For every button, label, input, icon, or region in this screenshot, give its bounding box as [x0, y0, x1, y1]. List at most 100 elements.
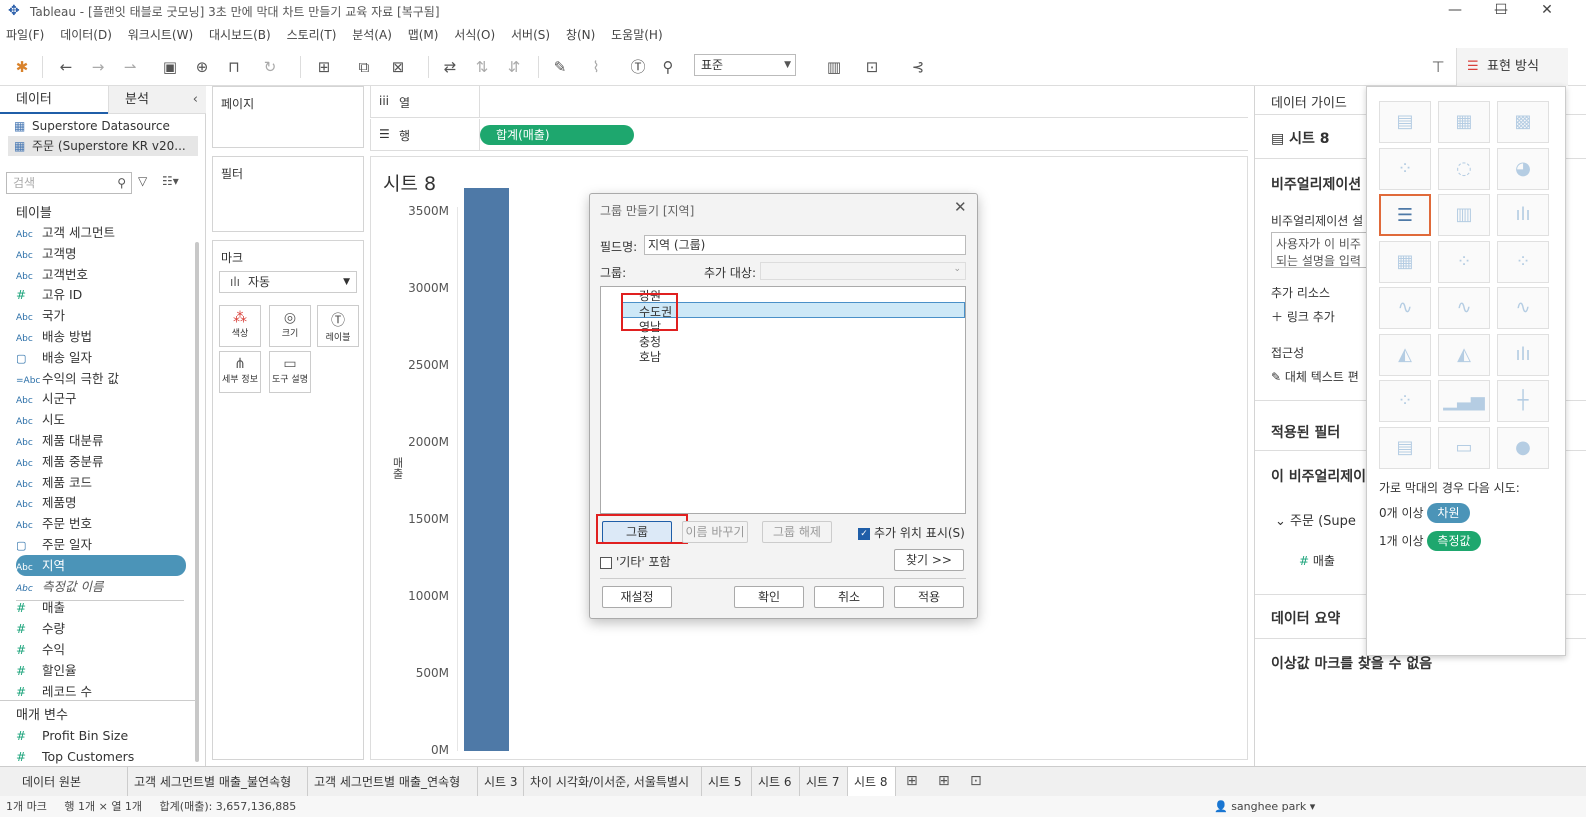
search-input[interactable]: 검색 ⚲ [6, 172, 132, 194]
y-axis-title[interactable]: 매출 [389, 457, 405, 479]
sheet-tab[interactable]: 차이 시각화/이서준, 서울특별시 [524, 767, 702, 797]
menu-help[interactable]: 도움말(H) [611, 24, 663, 46]
description-textarea[interactable]: 사용자가 이 비주 되는 설명을 입력 [1271, 232, 1381, 268]
new-story-icon[interactable]: ⊡ [970, 773, 982, 789]
circle-view-icon[interactable]: ⁘ [1438, 240, 1490, 283]
swap-icon[interactable]: ⇄ [438, 55, 462, 79]
duplicate-sheet-icon[interactable]: ⧉ [352, 55, 376, 79]
alt-text-button[interactable]: ✎ 대체 텍스트 편 [1271, 368, 1359, 385]
field-item[interactable]: # 수익 [16, 639, 186, 660]
tab-data[interactable]: 데이터 [0, 86, 108, 114]
stacked-bar-icon[interactable]: ▥ [1438, 194, 1490, 236]
ungroup-button[interactable]: 그룹 해제 [762, 521, 832, 543]
filled-map-icon[interactable]: ◌ [1438, 147, 1490, 190]
field-item[interactable]: Abc 지역 [16, 554, 186, 576]
param-item[interactable]: # Profit Bin Size [16, 725, 186, 746]
menu-dashboard[interactable]: 대시보드(B) [209, 24, 271, 46]
scatter-plot-icon[interactable]: ⁘ [1379, 380, 1431, 422]
sheet-tab[interactable]: 시트 3 [478, 767, 524, 797]
maximize-button[interactable]: ☐ [1478, 0, 1524, 22]
refresh-icon[interactable]: ↻ [258, 55, 282, 79]
field-name-input[interactable]: 지역 (그룹) [644, 235, 966, 255]
scrollbar[interactable] [195, 242, 199, 762]
close-icon[interactable]: ✕ [954, 198, 967, 216]
menu-worksheet[interactable]: 워크시트(W) [128, 24, 193, 46]
sort-desc-icon[interactable]: ⇵ [502, 55, 526, 79]
minimize-button-glyph[interactable]: — [1432, 0, 1478, 22]
symbol-map-icon[interactable]: ⁘ [1379, 147, 1431, 190]
find-button[interactable]: 찾기 >> [894, 549, 964, 571]
add-to-select[interactable]: ⌄ [760, 262, 966, 280]
field-item[interactable]: # 할인율 [16, 660, 186, 681]
reset-button[interactable]: 재설정 [602, 586, 672, 608]
save-icon[interactable]: ▣ [158, 55, 182, 79]
field-item[interactable]: Abc 주문 번호 [16, 513, 186, 534]
share-icon[interactable]: ⊰ [906, 55, 930, 79]
tooltip-button[interactable]: ▭ 도구 설명 [269, 351, 311, 393]
field-item[interactable]: Abc 측정값 이름 [16, 576, 186, 597]
show-me-button[interactable]: ☰ 표현 방식 [1456, 48, 1568, 86]
sheet-tab[interactable]: 시트 5 [702, 767, 752, 797]
pie-chart-icon[interactable]: ◕ [1497, 147, 1549, 190]
field-item[interactable]: ▢ 주문 일자 [16, 534, 186, 555]
filter-icon[interactable]: ▽ [138, 174, 147, 188]
detail-button[interactable]: ⋔ 세부 정보 [219, 351, 261, 393]
format-paint-icon[interactable]: ⊤ [1426, 55, 1450, 79]
datasource-tab[interactable]: 데이터 원본 [0, 767, 128, 797]
pages-card[interactable]: 페이지 [212, 86, 364, 148]
histogram-icon[interactable]: ▁▃▅ [1438, 380, 1490, 422]
measure-node[interactable]: # 매출 [1299, 552, 1335, 569]
tableau-home-icon[interactable]: ✱ [10, 55, 34, 79]
packed-bubbles-icon[interactable]: ● [1497, 426, 1549, 469]
undo-icon[interactable]: ← [54, 55, 78, 79]
field-item[interactable]: Abc 고객번호 [16, 264, 186, 285]
sheet-tab[interactable]: 고객 세그먼트별 매출_불연속형 [128, 767, 308, 797]
field-item[interactable]: Abc 국가 [16, 305, 186, 326]
param-item[interactable]: # Top Customers [16, 746, 186, 767]
tab-analysis[interactable]: 분석 ‹ [108, 86, 206, 114]
columns-shelf[interactable]: iii 열 [370, 86, 1248, 118]
dual-line-icon[interactable]: ∿ [1497, 287, 1549, 329]
group-member-list[interactable]: 강원 수도권 영남 충청 호남 [600, 286, 966, 514]
side-by-side-bar-icon[interactable]: ılı [1497, 194, 1549, 236]
menu-file[interactable]: 파일(F) [6, 24, 44, 46]
field-item[interactable]: Abc 시도 [16, 409, 186, 430]
sort-asc-icon[interactable]: ⇅ [470, 55, 494, 79]
heat-map-icon[interactable]: ▦ [1438, 101, 1490, 143]
show-seen-checkbox[interactable]: ✓ 추가 위치 표시(S) [858, 524, 965, 541]
size-button[interactable]: ◎ 크기 [269, 305, 311, 347]
area-continuous-icon[interactable]: ◭ [1379, 333, 1431, 376]
gantt-icon[interactable]: ▤ [1379, 426, 1431, 469]
line-continuous-icon[interactable]: ∿ [1379, 287, 1431, 329]
field-item[interactable]: # 매출 [16, 597, 186, 618]
close-window-button[interactable]: ✕ [1524, 0, 1570, 22]
datasource-item[interactable]: ▦ Superstore Datasource [14, 116, 170, 136]
bar-mark[interactable] [464, 187, 509, 751]
menu-server[interactable]: 서버(S) [511, 24, 550, 46]
sheet-tab[interactable]: 시트 6 [752, 767, 800, 797]
sheet-title[interactable]: 시트 8 [383, 169, 436, 196]
clear-sheet-icon[interactable]: ⊠ [386, 55, 410, 79]
menu-analysis[interactable]: 분석(A) [352, 24, 392, 46]
apply-button[interactable]: 적용 [894, 586, 964, 608]
view-options-icon[interactable]: ☷▾ [162, 174, 179, 188]
include-other-checkbox[interactable]: '기타' 포함 [600, 553, 671, 570]
highlight-icon[interactable]: ✎ [548, 55, 572, 79]
field-item[interactable]: Abc 배송 방법 [16, 326, 186, 347]
new-sheet-icon[interactable]: ⊞ [906, 773, 918, 789]
menu-map[interactable]: 맵(M) [408, 24, 439, 46]
highlight-table-icon[interactable]: ▩ [1497, 101, 1549, 143]
field-item[interactable]: # 수량 [16, 618, 186, 639]
field-item[interactable]: Abc 고객 세그먼트 [16, 222, 186, 243]
sheet-tab[interactable]: 시트 8 [848, 767, 896, 797]
sheet-tab[interactable]: 고객 세그먼트별 매출_연속형 [308, 767, 478, 797]
new-datasource-icon[interactable]: ⊕ [190, 55, 214, 79]
user-menu[interactable]: 👤 sanghee park ▾ [1214, 796, 1315, 817]
datasource-item-selected[interactable]: ▦ 주문 (Superstore KR v20... [8, 136, 198, 156]
mark-type-select[interactable]: ılı 자동 ▼ [219, 271, 357, 293]
field-item[interactable]: Abc 고객명 [16, 243, 186, 264]
cancel-button[interactable]: 취소 [814, 586, 884, 608]
field-item[interactable]: =Abc 수익의 극한 값 [16, 368, 186, 389]
pause-updates-icon[interactable]: ⊓ [222, 55, 246, 79]
replay-icon[interactable]: ⇀ [118, 55, 142, 79]
